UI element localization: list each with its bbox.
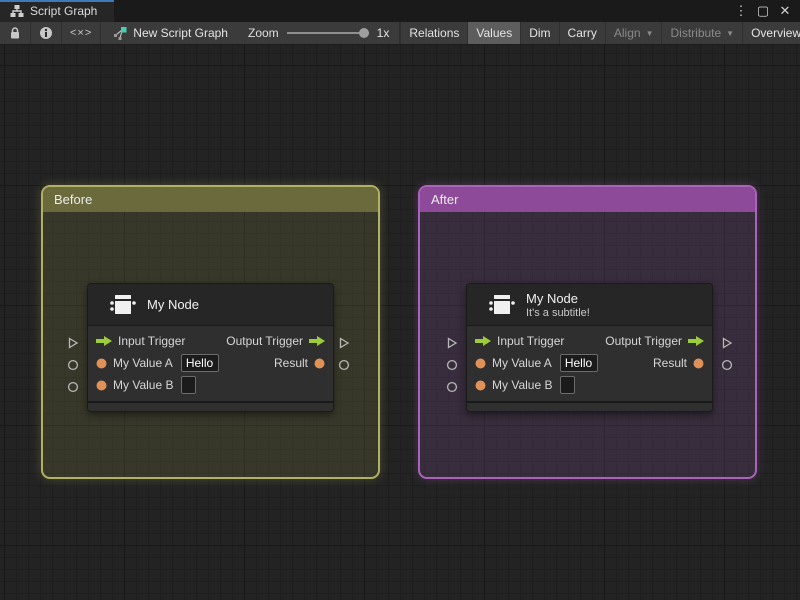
external-value-port[interactable] [67,381,79,393]
group-after-title: After [431,192,459,207]
value-b-input[interactable] [181,376,197,395]
distribute-dropdown[interactable]: Distribute ▼ [661,22,742,44]
external-output-trigger-port[interactable] [338,337,350,349]
port-row-value-a: My Value A Result [88,352,333,374]
value-b-label: My Value B [113,378,174,393]
input-trigger-label: Input Trigger [118,334,186,349]
value-a-input[interactable] [180,354,219,373]
relations-toggle[interactable]: Relations [400,22,467,44]
value-port-dot-icon[interactable] [314,358,325,369]
result-label: Result [273,356,308,371]
overview-button[interactable]: Overview [742,22,800,44]
input-trigger-port-icon[interactable] [96,336,112,347]
value-port-dot-icon[interactable] [475,358,486,369]
external-value-port[interactable] [721,359,733,371]
port-row-value-b: My Value B [88,374,333,396]
node-ports: Input Trigger Output Trigger My Value A … [467,326,712,401]
code-icon: <×> [70,27,93,39]
info-icon [40,27,52,39]
window-controls: ⋮ ▢ ✕ [732,0,800,22]
port-row-triggers: Input Trigger Output Trigger [88,330,333,352]
external-input-trigger-port[interactable] [67,337,79,349]
output-trigger-label: Output Trigger [605,334,682,349]
dim-toggle[interactable]: Dim [520,22,558,44]
distribute-label: Distribute [670,26,722,40]
maximize-icon[interactable]: ▢ [754,2,772,20]
chevron-down-icon: ▼ [645,28,654,38]
window-menu-icon[interactable]: ⋮ [732,2,750,20]
align-dropdown[interactable]: Align ▼ [604,22,662,44]
node-header[interactable]: My Node [88,284,333,327]
zoom-label: Zoom [247,26,279,40]
value-port-dot-icon[interactable] [96,380,107,391]
external-value-port[interactable] [338,359,350,371]
script-graph-window: Script Graph ⋮ ▢ ✕ <×> New Script Graph … [0,0,800,600]
port-row-value-a: My Value A Result [467,352,712,374]
group-before-header[interactable]: Before [43,187,378,212]
hierarchy-graph-icon [10,5,24,17]
carry-toggle[interactable]: Carry [558,22,605,44]
script-graph-icon [114,27,127,40]
node-ports: Input Trigger Output Trigger My Value A … [88,326,333,401]
output-trigger-port-icon[interactable] [309,336,325,347]
input-trigger-port-icon[interactable] [475,336,491,347]
new-script-graph-label: New Script Graph [133,26,228,40]
chevron-down-icon: ▼ [726,28,735,38]
unit-node-icon [489,294,515,314]
values-toggle[interactable]: Values [467,22,521,44]
node-title: My Node [147,297,200,313]
align-label: Align [613,26,641,40]
zoom-value: 1x [376,26,390,40]
port-row-triggers: Input Trigger Output Trigger [467,330,712,352]
csharp-preview-button[interactable]: <×> [62,22,102,44]
port-row-value-b: My Value B [467,374,712,396]
input-trigger-label: Input Trigger [497,334,565,349]
node-header[interactable]: My Node It's a subtitle! [467,284,712,327]
external-input-trigger-port[interactable] [446,337,458,349]
value-b-input[interactable] [560,376,576,395]
inspect-button[interactable] [31,22,62,44]
toolbar-right-buttons: Relations Values Dim Carry Align ▼ Distr… [400,22,800,44]
output-trigger-port-icon[interactable] [688,336,704,347]
unit-node-icon [110,294,136,314]
lock-button[interactable] [0,22,31,44]
close-icon[interactable]: ✕ [776,2,794,20]
tab-label: Script Graph [30,4,98,18]
zoom-slider-track [286,32,369,34]
new-script-graph-button[interactable]: New Script Graph [101,22,238,44]
value-port-dot-icon[interactable] [693,358,704,369]
value-a-input[interactable] [559,354,598,373]
external-value-port[interactable] [446,359,458,371]
group-before-title: Before [54,192,93,207]
external-output-trigger-port[interactable] [721,337,733,349]
node-my-node-before[interactable]: My Node Input Trigger Output Trigger My … [87,283,334,412]
value-b-label: My Value B [492,378,553,393]
node-footer [88,403,333,411]
graph-toolbar: <×> New Script Graph Zoom 1x Relations V… [0,22,800,45]
zoom-slider[interactable] [286,27,369,39]
node-title: My Node [526,290,579,306]
graph-canvas[interactable]: Before After My Node Input Trigger Outpu… [0,45,800,600]
value-a-label: My Value A [492,356,552,371]
node-footer [467,403,712,411]
group-after-header[interactable]: After [420,187,755,212]
tab-bar: Script Graph ⋮ ▢ ✕ [0,0,800,22]
lock-icon [11,27,19,39]
tab-script-graph[interactable]: Script Graph [0,0,114,22]
node-my-node-after[interactable]: My Node It's a subtitle! Input Trigger O… [466,283,713,412]
active-tab-accent [0,0,114,2]
value-port-dot-icon[interactable] [96,358,107,369]
external-value-port[interactable] [67,359,79,371]
zoom-control: Zoom 1x [238,22,401,44]
value-a-label: My Value A [113,356,173,371]
result-label: Result [652,356,687,371]
node-subtitle: It's a subtitle! [526,306,590,319]
output-trigger-label: Output Trigger [226,334,303,349]
value-port-dot-icon[interactable] [475,380,486,391]
external-value-port[interactable] [446,381,458,393]
zoom-slider-handle[interactable] [358,28,369,38]
